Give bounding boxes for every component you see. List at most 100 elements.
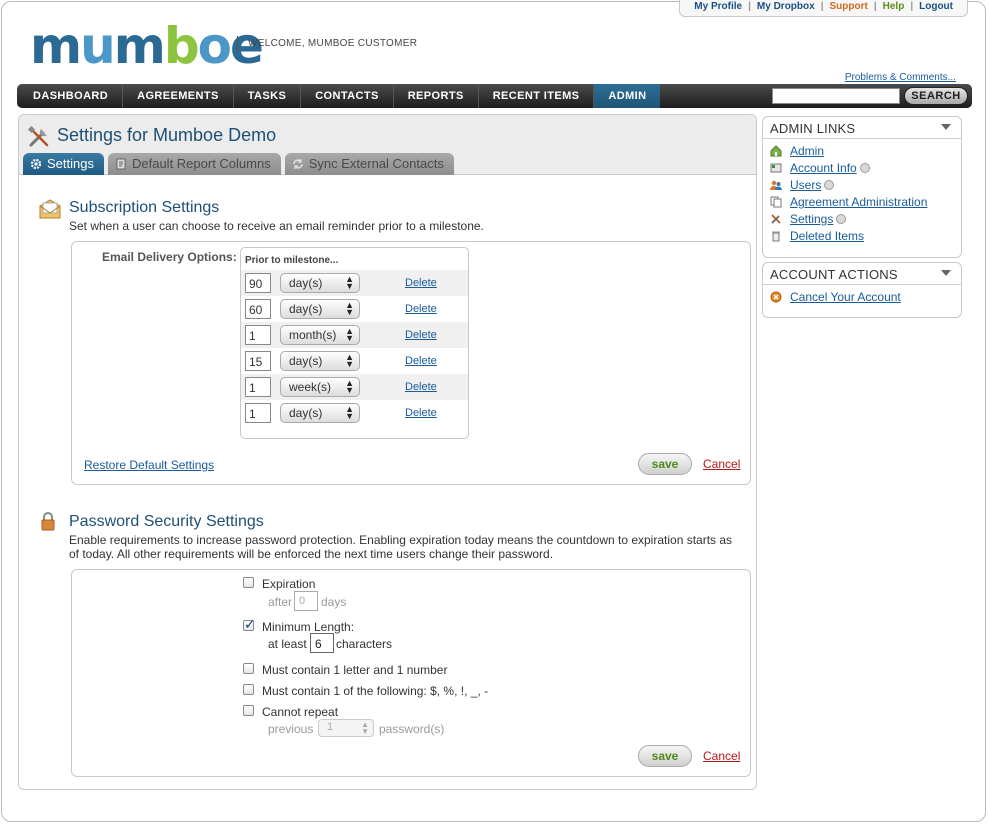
milestone-value-input[interactable]: 60	[245, 299, 271, 319]
special-character-checkbox[interactable]	[243, 684, 254, 695]
nav-recent-items[interactable]: RECENT ITEMS	[479, 84, 595, 108]
sidebar-item-settings[interactable]: Settings	[763, 211, 961, 228]
support-link[interactable]: Support	[824, 0, 874, 16]
mumboe-logo[interactable]: mumboe	[30, 18, 264, 74]
documents-icon	[770, 196, 782, 208]
milestone-row: 90 day(s) ▲ ▼ Delete	[241, 270, 468, 296]
main-nav: DASHBOARD AGREEMENTS TASKS CONTACTS REPO…	[17, 84, 972, 108]
delete-link[interactable]: Delete	[405, 355, 437, 367]
password-description: Enable requirements to increase password…	[69, 533, 733, 561]
help-link[interactable]: Help	[877, 0, 911, 16]
subscription-cancel-link[interactable]: Cancel	[703, 457, 740, 471]
previous-label: previous	[268, 722, 314, 736]
my-dropbox-link[interactable]: My Dropbox	[751, 0, 821, 16]
milestone-unit-select[interactable]: day(s) ▲ ▼	[280, 299, 360, 319]
letter-number-checkbox[interactable]	[243, 663, 254, 674]
milestone-unit-select[interactable]: day(s) ▲ ▼	[280, 351, 360, 371]
nav-reports[interactable]: REPORTS	[394, 84, 479, 108]
subscription-save-button[interactable]: save	[638, 453, 692, 475]
info-icon[interactable]	[859, 163, 870, 173]
users-icon	[770, 180, 782, 190]
account-actions-header[interactable]: ACCOUNT ACTIONS	[763, 263, 961, 285]
password-box: Expiration after 0 days Minimum Length: …	[71, 569, 751, 777]
expiration-checkbox[interactable]	[243, 577, 254, 588]
lock-icon	[41, 512, 55, 531]
info-icon[interactable]	[824, 180, 835, 190]
select-arrows-icon: ▲ ▼	[345, 378, 354, 395]
restore-default-settings-link[interactable]: Restore Default Settings	[84, 458, 214, 472]
search-button[interactable]: SEARCH	[904, 87, 968, 105]
account-card-icon	[770, 163, 782, 173]
sync-icon	[292, 159, 303, 169]
tab-default-report-columns-label: Default Report Columns	[131, 156, 271, 171]
expiration-days-input[interactable]: 0	[294, 591, 318, 611]
expiration-label: Expiration	[262, 577, 316, 591]
delete-link[interactable]: Delete	[405, 381, 437, 393]
milestone-unit-select[interactable]: week(s) ▲ ▼	[280, 377, 360, 397]
passwords-label: password(s)	[379, 722, 445, 736]
minimum-length-input[interactable]: 6	[310, 633, 334, 653]
envelope-icon	[39, 199, 61, 219]
select-arrows-icon: ▲ ▼	[361, 720, 369, 736]
nav-dashboard[interactable]: DASHBOARD	[17, 84, 124, 108]
welcome-message: WELCOME, MUMBOE CUSTOMER	[237, 36, 417, 52]
nav-agreements[interactable]: AGREEMENTS	[123, 84, 234, 108]
select-arrows-icon: ▲ ▼	[345, 300, 354, 317]
collapse-triangle-icon[interactable]	[941, 124, 951, 130]
nav-contacts[interactable]: CONTACTS	[301, 84, 394, 108]
collapse-triangle-icon[interactable]	[941, 270, 951, 276]
delete-link[interactable]: Delete	[405, 407, 437, 419]
settings-tabs: Settings Default Report Columns Sync Ext…	[23, 153, 454, 175]
milestone-value-input[interactable]: 15	[245, 351, 271, 371]
milestone-row: 1 day(s) ▲ ▼ Delete	[241, 400, 468, 426]
delete-link[interactable]: Delete	[405, 277, 437, 289]
milestone-value-input[interactable]: 1	[245, 377, 271, 397]
select-arrows-icon: ▲ ▼	[345, 274, 354, 291]
nav-admin[interactable]: ADMIN	[594, 84, 661, 108]
sidebar-item-agreement-administration[interactable]: Agreement Administration	[763, 194, 961, 211]
minimum-length-label: Minimum Length:	[262, 620, 355, 634]
delete-link[interactable]: Delete	[405, 303, 437, 315]
special-character-label: Must contain 1 of the following: $, %, !…	[262, 684, 489, 698]
previous-passwords-select[interactable]: 1 ▲ ▼	[318, 719, 374, 737]
minimum-length-checkbox[interactable]	[243, 616, 256, 633]
sidebar-item-account-info[interactable]: Account Info	[763, 160, 961, 177]
letter-number-label: Must contain 1 letter and 1 number	[262, 663, 448, 677]
milestone-list: Prior to milestone... 90 day(s) ▲ ▼ Delete…	[240, 247, 469, 439]
my-profile-link[interactable]: My Profile	[688, 0, 748, 16]
tab-sync-external-contacts[interactable]: Sync External Contacts	[284, 153, 454, 175]
tab-settings[interactable]: Settings	[23, 153, 104, 175]
info-icon[interactable]	[836, 214, 847, 224]
delete-link[interactable]: Delete	[405, 329, 437, 341]
milestone-value-input[interactable]: 1	[245, 403, 271, 423]
milestone-row: 1 month(s) ▲ ▼ Delete	[241, 322, 468, 348]
password-cancel-link[interactable]: Cancel	[703, 749, 740, 763]
account-actions-box: ACCOUNT ACTIONS Cancel Your Account	[762, 262, 962, 318]
admin-links-header[interactable]: ADMIN LINKS	[763, 117, 961, 139]
problems-comments-link[interactable]: Problems & Comments...	[845, 72, 956, 83]
milestone-unit-select[interactable]: day(s) ▲ ▼	[280, 273, 360, 293]
page-title: Settings for Mumboe Demo	[57, 125, 277, 145]
tab-sync-external-contacts-label: Sync External Contacts	[308, 156, 444, 171]
subscription-box: Email Delivery Options: Prior to milesto…	[71, 241, 751, 485]
home-icon	[770, 145, 782, 157]
password-save-button[interactable]: save	[638, 745, 692, 767]
cannot-repeat-checkbox[interactable]	[243, 705, 254, 716]
top-links: My Profile | My Dropbox | Support | Help | L…	[679, 0, 968, 17]
milestone-value-input[interactable]: 90	[245, 273, 271, 293]
logout-link[interactable]: Logout	[913, 0, 959, 16]
nav-tasks[interactable]: TASKS	[234, 84, 302, 108]
trash-icon	[772, 231, 780, 242]
milestone-unit-select[interactable]: day(s) ▲ ▼	[280, 403, 360, 423]
sidebar-item-users[interactable]: Users	[763, 177, 961, 194]
search-input[interactable]	[772, 88, 900, 104]
subscription-settings-title: Subscription Settings	[69, 199, 220, 216]
select-arrows-icon: ▲ ▼	[345, 404, 354, 421]
sidebar-item-deleted-items[interactable]: Deleted Items	[763, 228, 961, 245]
milestone-unit-select[interactable]: month(s) ▲ ▼	[280, 325, 360, 345]
days-label: days	[321, 595, 347, 609]
milestone-value-input[interactable]: 1	[245, 325, 271, 345]
tab-default-report-columns[interactable]: Default Report Columns	[107, 153, 281, 175]
sidebar-item-cancel-account[interactable]: Cancel Your Account	[763, 289, 961, 306]
sidebar-item-admin[interactable]: Admin	[763, 143, 961, 160]
